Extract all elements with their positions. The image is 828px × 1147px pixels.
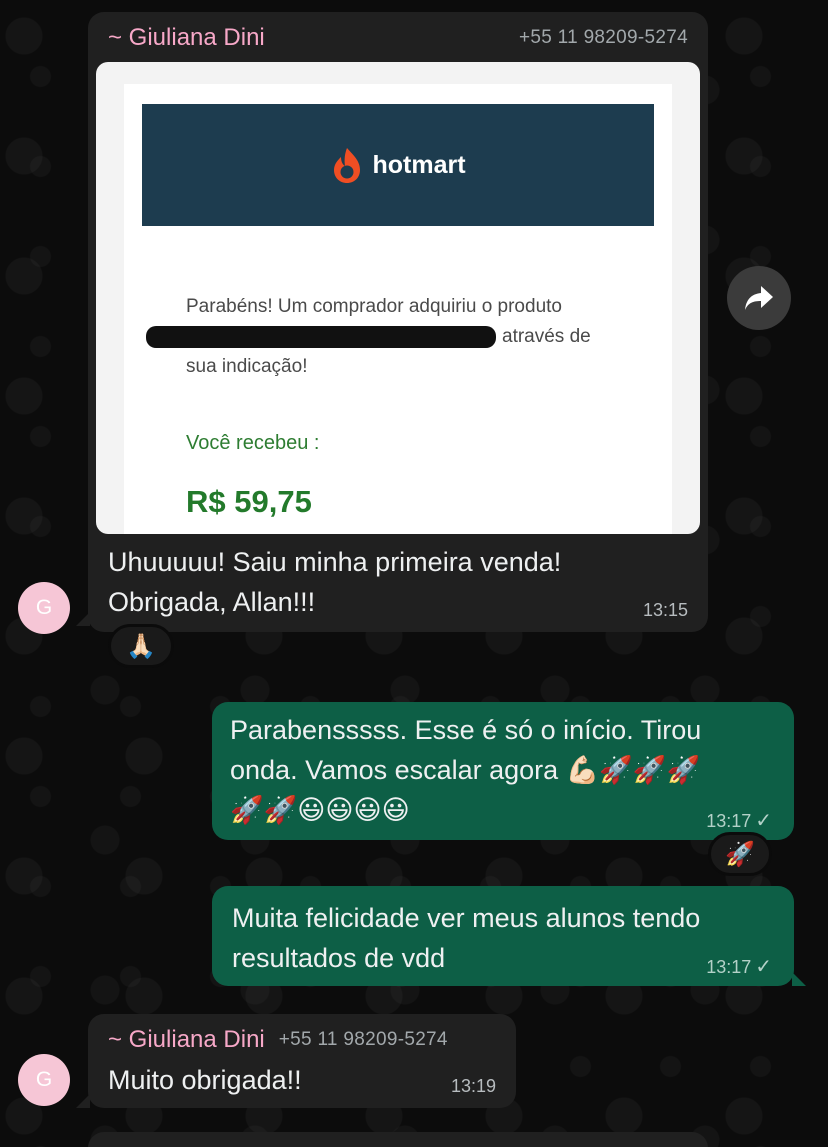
email-line-2: através de [146, 322, 646, 352]
check-icon: ✓ [755, 956, 772, 978]
message-time: 13:17 ✓ [706, 954, 772, 979]
email-line-2-suffix: através de [502, 326, 591, 347]
message-line-2: resultados de vdd [232, 943, 446, 973]
bubble-tail [76, 1094, 90, 1108]
email-message: Parabéns! Um comprador adquiriu o produt… [146, 292, 646, 382]
sender-header: ~ Giuliana Dini +55 11 98209-5274 [108, 24, 688, 52]
sender-phone: +55 11 98209-5274 [278, 1029, 448, 1050]
message-line-1: Muita felicidade ver meus alunos tendo [232, 903, 701, 933]
message-time: 13:15 [642, 600, 688, 620]
check-icon: ✓ [755, 810, 772, 832]
outgoing-message[interactable]: Parabensssss. Esse é só o início. Tirou … [212, 702, 794, 840]
email-screenshot-image[interactable]: hotmart Parabéns! Um comprador adquiriu … [96, 62, 700, 534]
avatar[interactable]: G [18, 582, 70, 634]
forward-button[interactable] [727, 266, 791, 330]
forward-arrow-icon [745, 286, 773, 310]
incoming-message[interactable]: ~ Giuliana Dini +55 11 98209-5274 Muito … [88, 1014, 516, 1108]
incoming-message-partial[interactable] [88, 1132, 708, 1147]
message-text: Uhuuuuu! Saiu minha primeira venda! Obri… [108, 542, 698, 622]
email-content: hotmart Parabéns! Um comprador adquiriu … [124, 84, 672, 534]
message-text: Muito obrigada!! [108, 1065, 302, 1095]
message-line-1: Uhuuuuu! Saiu minha primeira venda! [108, 547, 562, 577]
bubble-tail [76, 612, 90, 626]
message-line-2: Obrigada, Allan!!! [108, 587, 316, 617]
bubble-tail [792, 972, 806, 986]
message-line-1: Parabensssss. Esse é só o início. Tirou [230, 715, 702, 745]
redacted-product-name [146, 325, 496, 348]
hotmart-banner: hotmart [142, 104, 654, 226]
message-text: Parabensssss. Esse é só o início. Tirou … [230, 710, 786, 830]
email-line-1: Parabéns! Um comprador adquiriu o produt… [186, 296, 562, 317]
incoming-message-with-image[interactable]: ~ Giuliana Dini +55 11 98209-5274 hotmar… [88, 12, 708, 632]
time-text: 13:17 [706, 811, 752, 831]
received-amount: R$ 59,75 [186, 484, 312, 519]
sender-name[interactable]: ~ Giuliana Dini [108, 24, 265, 52]
sender-name[interactable]: ~ Giuliana Dini [108, 1026, 265, 1054]
reaction-badge[interactable]: 🙏🏻 [108, 624, 174, 668]
message-time: 13:19 [450, 1076, 496, 1096]
received-label: Você recebeu : [186, 432, 320, 454]
sender-header: ~ Giuliana Dini +55 11 98209-5274 [108, 1026, 448, 1054]
time-text: 13:17 [706, 957, 752, 977]
hotmart-flame-icon [334, 148, 361, 183]
message-line-2: onda. Vamos escalar agora 💪🏻🚀🚀🚀 [230, 755, 701, 785]
hotmart-logo-text: hotmart [372, 150, 466, 179]
outgoing-message[interactable]: Muita felicidade ver meus alunos tendo r… [212, 886, 794, 986]
message-line-3: 🚀🚀😃😃😃😃 [230, 795, 410, 825]
sender-phone: +55 11 98209-5274 [518, 27, 688, 48]
avatar[interactable]: G [18, 1054, 70, 1106]
email-line-3: sua indicação! [186, 356, 308, 377]
reaction-badge[interactable]: 🚀 [708, 832, 772, 876]
message-text: Muita felicidade ver meus alunos tendo r… [232, 898, 788, 978]
message-time: 13:17 ✓ [706, 808, 772, 833]
